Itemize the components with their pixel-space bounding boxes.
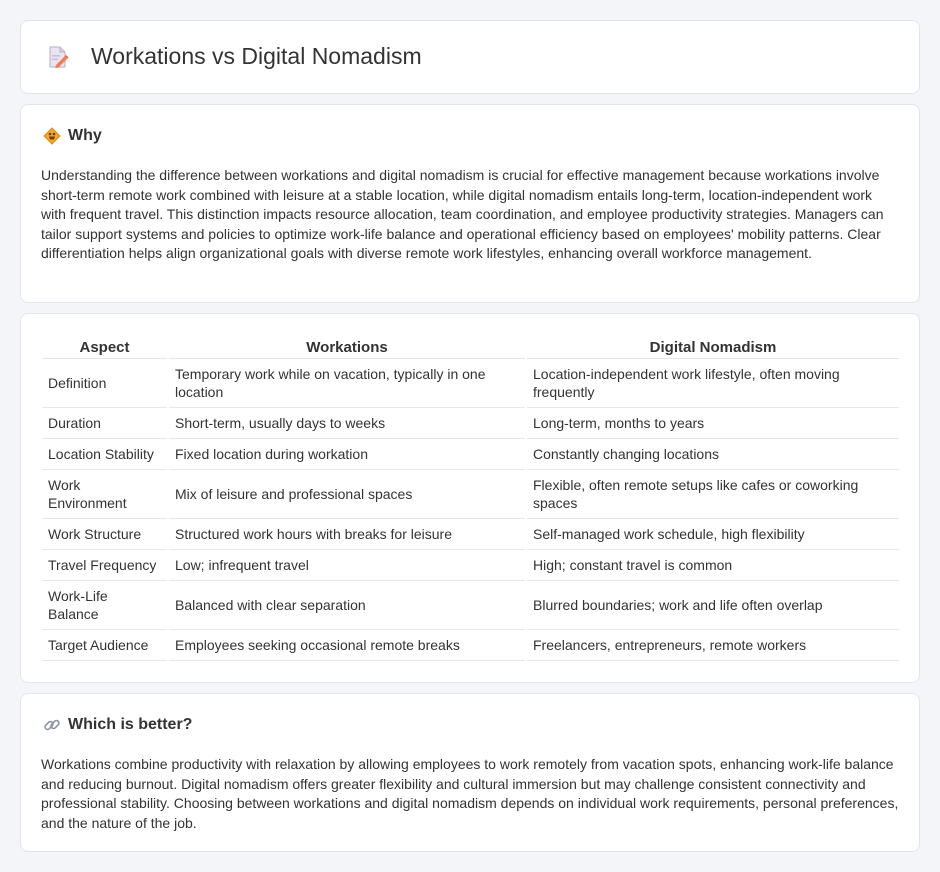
table-row: Work-Life Balance Balanced with clear se…: [42, 580, 899, 630]
row-digital-nomadism: Freelancers, entrepreneurs, remote worke…: [525, 629, 899, 661]
page-title: Workations vs Digital Nomadism: [91, 43, 422, 69]
row-workations: Temporary work while on vacation, typica…: [167, 358, 526, 408]
row-aspect: Travel Frequency: [42, 549, 168, 581]
row-digital-nomadism: Constantly changing locations: [525, 438, 899, 470]
table-row: Travel Frequency Low; infrequent travel …: [42, 549, 899, 581]
row-workations: Fixed location during workation: [167, 438, 526, 470]
page-header: Workations vs Digital Nomadism: [47, 43, 422, 70]
which-is-better-title: Which is better?: [68, 716, 193, 733]
diamond-sign-icon: [43, 127, 61, 145]
column-header-digital-nomadism: Digital Nomadism: [525, 335, 899, 359]
table-row: Location Stability Fixed location during…: [42, 438, 899, 470]
row-workations: Employees seeking occasional remote brea…: [167, 629, 526, 661]
table-row: Work Structure Structured work hours wit…: [42, 518, 899, 550]
row-workations: Short-term, usually days to weeks: [167, 407, 526, 439]
row-digital-nomadism: Long-term, months to years: [525, 407, 899, 439]
row-workations: Mix of leisure and professional spaces: [167, 469, 526, 519]
which-is-better-heading: Which is better?: [43, 716, 192, 734]
table-row: Work Environment Mix of leisure and prof…: [42, 469, 899, 519]
row-aspect: Work Environment: [42, 469, 168, 519]
table-row: Target Audience Employees seeking occasi…: [42, 629, 899, 661]
which-is-better-card: Which is better? Workations combine prod…: [20, 693, 920, 852]
row-aspect: Work Structure: [42, 518, 168, 550]
link-icon: [43, 716, 61, 734]
row-digital-nomadism: Self-managed work schedule, high flexibi…: [525, 518, 899, 550]
column-header-aspect: Aspect: [42, 335, 168, 359]
header-card: Workations vs Digital Nomadism: [20, 20, 920, 94]
row-workations: Structured work hours with breaks for le…: [167, 518, 526, 550]
why-card: Why Understanding the difference between…: [20, 104, 920, 303]
row-digital-nomadism: High; constant travel is common: [525, 549, 899, 581]
table-row: Duration Short-term, usually days to wee…: [42, 407, 899, 439]
row-aspect: Duration: [42, 407, 168, 439]
row-digital-nomadism: Location-independent work lifestyle, oft…: [525, 358, 899, 408]
why-heading: Why: [43, 127, 102, 145]
row-workations: Low; infrequent travel: [167, 549, 526, 581]
document-pencil-icon: [47, 45, 69, 69]
column-header-workations: Workations: [167, 335, 526, 359]
comparison-table: Aspect Workations Digital Nomadism Defin…: [42, 335, 899, 661]
why-title: Why: [68, 127, 102, 144]
table-header-row: Aspect Workations Digital Nomadism: [42, 335, 899, 359]
row-digital-nomadism: Blurred boundaries; work and life often …: [525, 580, 899, 630]
row-aspect: Work-Life Balance: [42, 580, 168, 630]
row-aspect: Location Stability: [42, 438, 168, 470]
comparison-card: Aspect Workations Digital Nomadism Defin…: [20, 313, 920, 683]
row-workations: Balanced with clear separation: [167, 580, 526, 630]
row-aspect: Definition: [42, 358, 168, 408]
table-row: Definition Temporary work while on vacat…: [42, 358, 899, 408]
which-is-better-text: Workations combine productivity with rel…: [41, 756, 899, 831]
row-digital-nomadism: Flexible, often remote setups like cafes…: [525, 469, 899, 519]
row-aspect: Target Audience: [42, 629, 168, 661]
why-text: Understanding the difference between wor…: [41, 167, 884, 262]
